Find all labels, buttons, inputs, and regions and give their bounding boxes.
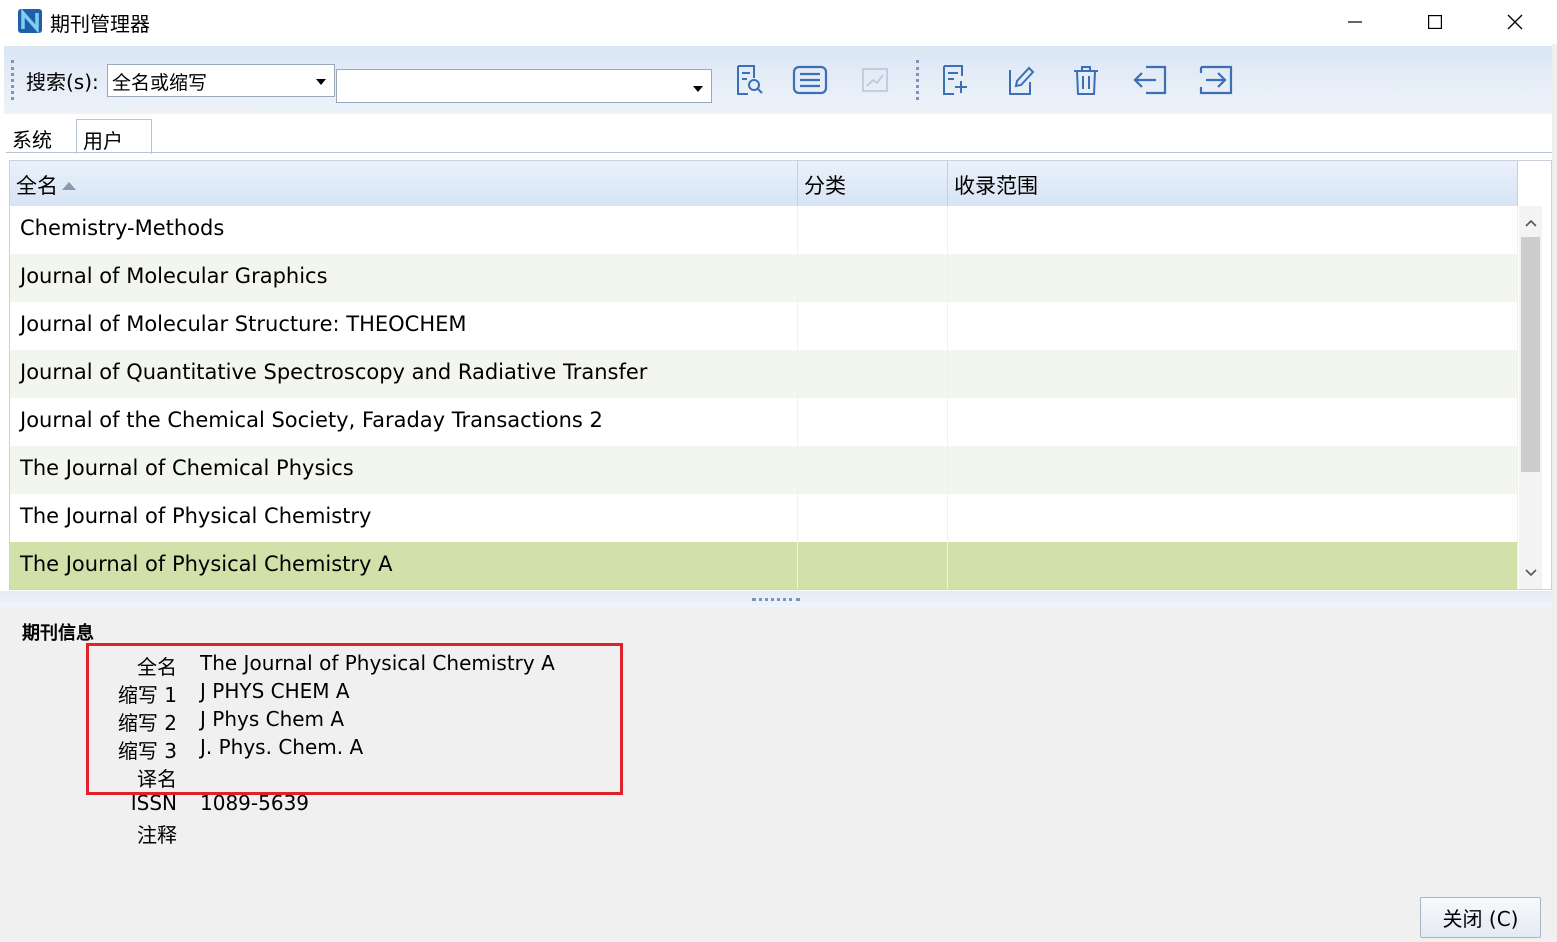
new-button[interactable] [936,62,974,98]
cell-range [948,542,1518,589]
cell-category [798,302,948,350]
column-header-name[interactable]: 全名 [10,161,798,206]
list-button[interactable] [791,62,829,98]
tab-system[interactable]: 系统 [6,119,58,154]
search-mode-select[interactable]: 全名或缩写 [107,64,335,97]
find-button[interactable] [730,62,768,98]
tab-divider [6,152,1552,153]
import-button[interactable] [1131,62,1169,98]
sort-ascending-icon [62,182,76,190]
cell-name: Journal of Molecular Structure: THEOCHEM [10,302,798,350]
cell-name: Journal of the Chemical Society, Faraday… [10,398,798,446]
table-row[interactable]: The Journal of Physical Chemistry [10,494,1518,542]
chart-icon [862,68,888,92]
cell-category [798,446,948,494]
table-row-selected[interactable]: The Journal of Physical Chemistry A [10,542,1518,589]
cell-name: The Journal of Chemical Physics [10,446,798,494]
app-logo-icon [18,8,42,34]
search-label: 搜索(s): [26,70,99,94]
cell-range [948,302,1518,350]
cell-category [798,350,948,398]
tab-strip: 系统 用户 [0,116,1557,154]
annotation-highlight-box [86,643,623,795]
toolbar: 搜索(s): 全名或缩写 [4,46,1553,114]
cell-name: Chemistry-Methods [10,206,798,254]
toolbar-separator [916,60,919,100]
column-header-name-label: 全名 [16,174,58,198]
table-row[interactable]: Journal of the Chemical Society, Faraday… [10,398,1518,446]
chevron-down-icon[interactable] [693,86,703,92]
scroll-down-button[interactable] [1519,562,1542,584]
cell-range [948,254,1518,302]
chevron-up-icon [1524,219,1537,227]
scroll-up-button[interactable] [1519,212,1542,234]
column-header-range[interactable]: 收录范围 [948,161,1518,206]
cell-name: The Journal of Physical Chemistry [10,494,798,542]
journal-table: 全名 分类 收录范围 Chemistry-Methods Journal of … [9,160,1552,590]
toolbar-grip[interactable] [11,60,14,100]
table-row[interactable]: Chemistry-Methods [10,206,1518,254]
table-row[interactable]: The Journal of Chemical Physics [10,446,1518,494]
cell-category [798,254,948,302]
scroll-thumb[interactable] [1521,237,1540,472]
close-button[interactable]: 关闭 (C) [1420,897,1541,938]
cell-name: The Journal of Physical Chemistry A [10,542,798,589]
tab-user[interactable]: 用户 [76,119,152,154]
panel-splitter[interactable] [0,591,1557,607]
cell-range [948,446,1518,494]
cell-range [948,494,1518,542]
minimize-icon [1348,21,1362,23]
info-title: 期刊信息 [22,623,94,644]
cell-name: Journal of Molecular Graphics [10,254,798,302]
search-input-combo[interactable] [336,69,712,103]
export-button[interactable] [1197,62,1235,98]
chevron-down-icon [1524,569,1537,577]
new-icon [943,65,967,95]
window-title: 期刊管理器 [50,12,150,36]
list-icon [792,65,828,95]
info-key: 注释 [137,823,177,847]
chart-button[interactable] [856,62,894,98]
table-row[interactable]: Journal of Molecular Graphics [10,254,1518,302]
cell-range [948,206,1518,254]
cell-range [948,350,1518,398]
title-bar: 期刊管理器 [0,0,1557,44]
close-window-button[interactable] [1475,0,1555,44]
maximize-button[interactable] [1395,0,1475,44]
column-header-category[interactable]: 分类 [798,161,948,206]
vertical-scrollbar[interactable] [1519,206,1542,589]
find-icon [737,65,763,95]
import-icon [1133,65,1167,95]
search-mode-value: 全名或缩写 [112,72,208,94]
splitter-grip[interactable] [752,598,800,601]
table-row[interactable]: Journal of Molecular Structure: THEOCHEM [10,302,1518,350]
edit-icon [1009,66,1035,95]
chevron-down-icon [316,79,326,85]
search-input[interactable] [341,71,681,101]
table-header: 全名 分类 收录范围 [10,161,1518,206]
maximize-icon [1428,15,1442,29]
export-icon [1199,65,1233,95]
delete-button[interactable] [1067,62,1105,98]
minimize-button[interactable] [1315,0,1395,44]
cell-category [798,398,948,446]
cell-name: Journal of Quantitative Spectroscopy and… [10,350,798,398]
cell-range [948,398,1518,446]
table-row[interactable]: Journal of Quantitative Spectroscopy and… [10,350,1518,398]
trash-icon [1074,66,1098,95]
edit-button[interactable] [1002,62,1040,98]
cell-category [798,542,948,589]
cell-category [798,494,948,542]
window-edge [1552,44,1557,942]
close-icon [1507,14,1523,30]
cell-category [798,206,948,254]
